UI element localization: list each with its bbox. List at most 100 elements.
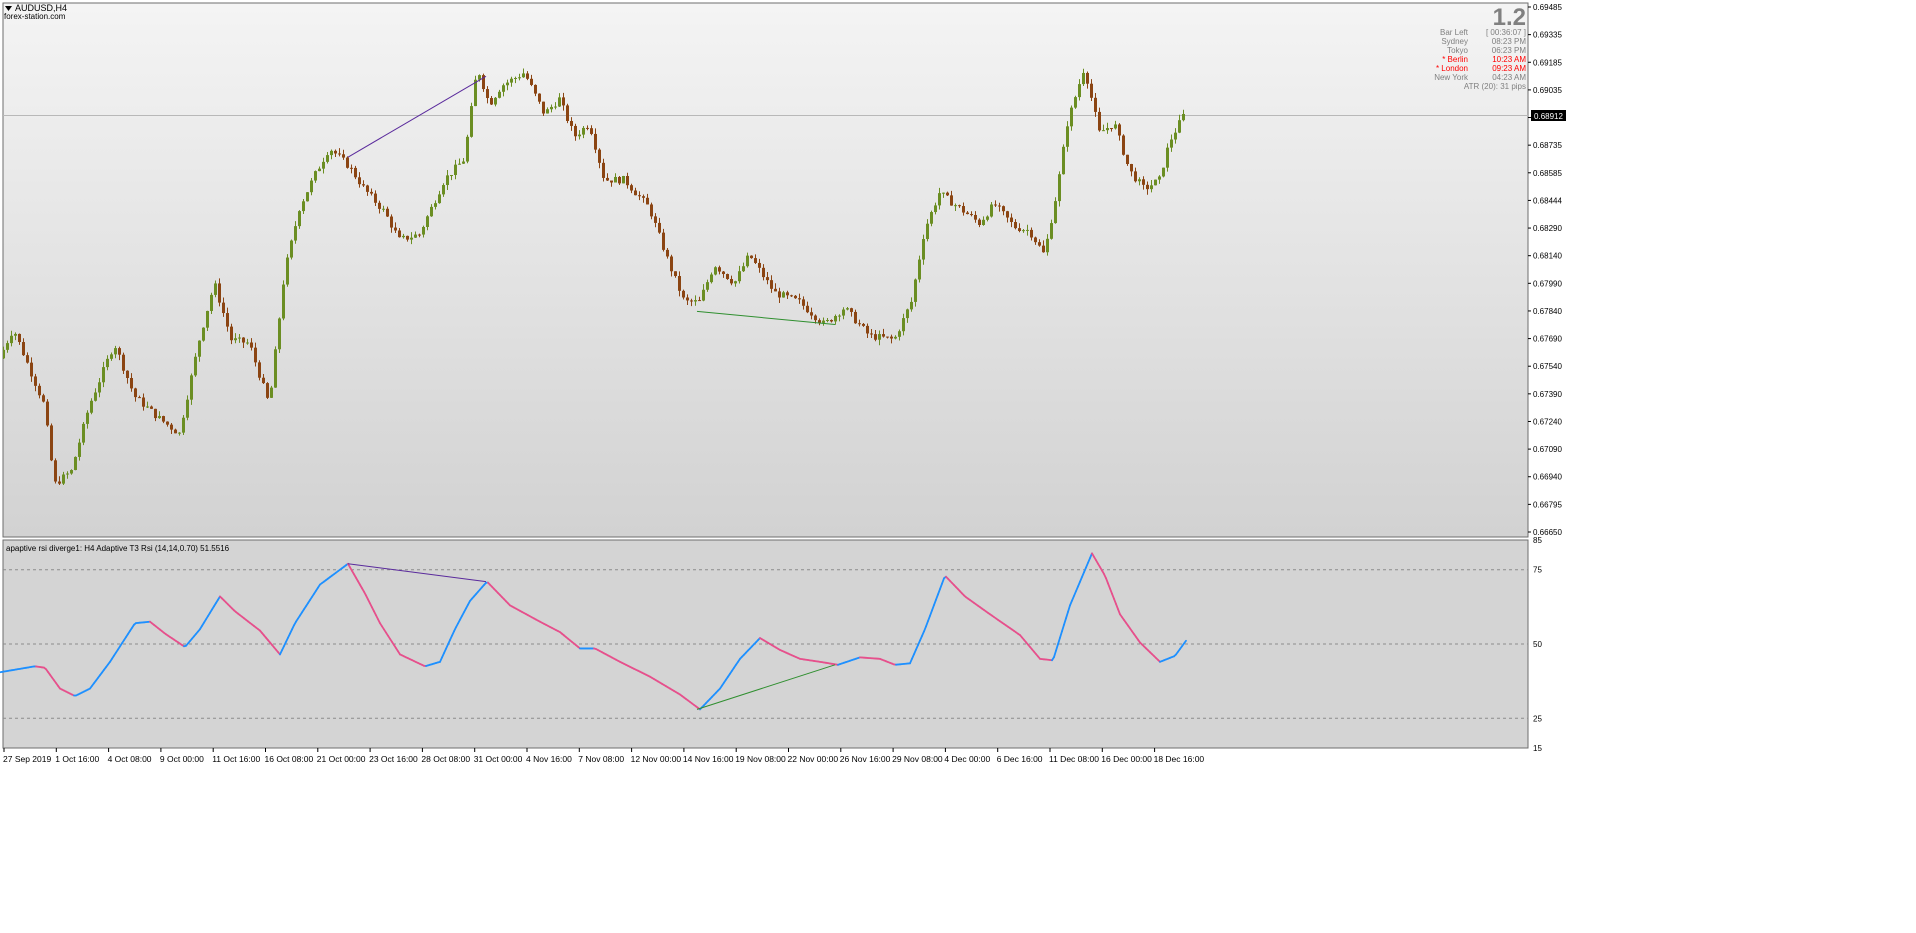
time-axis-label: 27 Sep 2019: [3, 754, 51, 764]
candle: [1154, 179, 1157, 186]
candle: [726, 273, 729, 280]
version-label: 1.2: [1493, 4, 1526, 31]
time-axis-label: 6 Dec 16:00: [997, 754, 1043, 764]
candle: [466, 134, 469, 164]
time-axis-label: 9 Oct 00:00: [160, 754, 204, 764]
time-axis-label: 28 Oct 08:00: [421, 754, 470, 764]
candle: [202, 327, 205, 342]
candle: [918, 255, 921, 283]
time-axis-label: 19 Nov 08:00: [735, 754, 786, 764]
candle: [278, 317, 281, 353]
atr-label: ATR (20): 31 pips: [1464, 82, 1526, 91]
candle: [714, 266, 717, 276]
time-axis-label: 29 Nov 08:00: [892, 754, 943, 764]
price-axis-label: 0.67690: [1533, 335, 1562, 344]
session-label: New York: [1434, 73, 1469, 82]
candle: [1054, 197, 1057, 224]
time-axis-label: 1 Oct 16:00: [55, 754, 99, 764]
time-axis-label: 4 Dec 00:00: [944, 754, 990, 764]
candle: [46, 399, 49, 427]
price-pane[interactable]: [2, 2, 1529, 538]
candle: [182, 415, 185, 435]
session-label: Bar Left: [1440, 28, 1469, 37]
price-axis-label: 0.69035: [1533, 86, 1562, 95]
candle: [470, 102, 473, 138]
price-axis-label: 0.68444: [1533, 196, 1562, 205]
time-axis-label: 31 Oct 00:00: [474, 754, 523, 764]
time-axis-label: 4 Oct 08:00: [108, 754, 152, 764]
candle: [82, 422, 85, 446]
time-axis-label: 16 Oct 08:00: [265, 754, 314, 764]
rsi-axis-label: 85: [1533, 536, 1542, 545]
rsi-axis-label: 75: [1533, 566, 1542, 575]
watermark-text: forex-station.com: [4, 12, 66, 21]
candle: [1122, 134, 1125, 156]
price-axis-label: 0.67840: [1533, 307, 1562, 316]
candle: [266, 382, 269, 399]
time-axis: 27 Sep 2019 1 Oct 16:00 4 Oct 08:00 9 Oct 0…: [3, 748, 1204, 764]
session-time: 10:23 AM: [1492, 55, 1526, 64]
candle: [290, 239, 293, 260]
candle: [1074, 95, 1077, 109]
time-axis-label: 16 Dec 00:00: [1101, 754, 1152, 764]
candle: [270, 385, 273, 398]
candle: [274, 346, 277, 388]
candle: [622, 175, 625, 184]
price-axis-label: 0.66795: [1533, 500, 1562, 509]
price-axis-label: 0.67390: [1533, 390, 1562, 399]
candle: [566, 103, 569, 124]
session-label: * London: [1436, 64, 1468, 73]
time-axis-label: 4 Nov 16:00: [526, 754, 572, 764]
time-axis-label: 12 Nov 00:00: [631, 754, 682, 764]
candle: [1162, 167, 1165, 178]
price-axis-label: 0.69485: [1533, 3, 1562, 12]
session-time: 06:23 PM: [1492, 46, 1527, 55]
candle: [282, 280, 285, 321]
price-axis-label: 0.68140: [1533, 252, 1562, 261]
session-label: * Berlin: [1442, 55, 1468, 64]
time-axis-label: 11 Dec 08:00: [1049, 754, 1099, 764]
time-axis-label: 14 Nov 16:00: [683, 754, 734, 764]
price-axis: 0.694850.693350.691850.690350.688850.687…: [1528, 3, 1562, 537]
session-time: [ 00:36:07 ]: [1486, 28, 1526, 37]
candle: [210, 292, 213, 315]
rsi-axis: 85 75 50 25 15: [1533, 536, 1542, 753]
price-axis-label: 0.69185: [1533, 58, 1562, 67]
price-axis-label: 0.68290: [1533, 224, 1562, 233]
indicator-title: apaptive rsi diverge1: H4 Adaptive T3 Rs…: [6, 544, 230, 553]
candle: [74, 456, 77, 471]
price-axis-label: 0.67540: [1533, 362, 1562, 371]
candle: [1062, 144, 1065, 175]
price-axis-label: 0.66940: [1533, 473, 1562, 482]
candle: [50, 423, 53, 462]
price-axis-label: 0.69335: [1533, 31, 1562, 40]
time-axis-label: 22 Nov 00:00: [788, 754, 839, 764]
time-axis-label: 7 Nov 08:00: [578, 754, 624, 764]
candle: [54, 458, 57, 484]
session-time: 04:23 AM: [1492, 73, 1526, 82]
rsi-axis-label: 50: [1533, 640, 1542, 649]
candle: [346, 156, 349, 169]
time-axis-label: 18 Dec 16:00: [1154, 754, 1205, 764]
rsi-axis-label: 25: [1533, 714, 1542, 723]
time-axis-label: 26 Nov 16:00: [840, 754, 891, 764]
time-axis-label: 21 Oct 00:00: [317, 754, 366, 764]
session-label: Tokyo: [1447, 46, 1468, 55]
candle: [258, 360, 261, 381]
session-label: Sydney: [1441, 37, 1468, 46]
price-axis-label: 0.67990: [1533, 279, 1562, 288]
session-time: 08:23 PM: [1492, 37, 1527, 46]
price-axis-label: 0.68585: [1533, 169, 1562, 178]
price-axis-label: 0.68735: [1533, 141, 1562, 150]
price-axis-label: 0.67240: [1533, 417, 1562, 426]
candle: [474, 75, 477, 107]
candle: [286, 254, 289, 287]
price-axis-label: 0.67090: [1533, 445, 1562, 454]
time-axis-label: 23 Oct 16:00: [369, 754, 418, 764]
time-axis-label: 11 Oct 16:00: [212, 754, 260, 764]
candle: [306, 192, 309, 202]
rsi-axis-label: 15: [1533, 744, 1542, 753]
current-price-tag-text: 0.68912: [1534, 112, 1563, 121]
trading-chart: AUDUSD,H4 forex-station.com 1.2 Bar Left…: [0, 2, 1566, 764]
candle: [298, 210, 301, 229]
